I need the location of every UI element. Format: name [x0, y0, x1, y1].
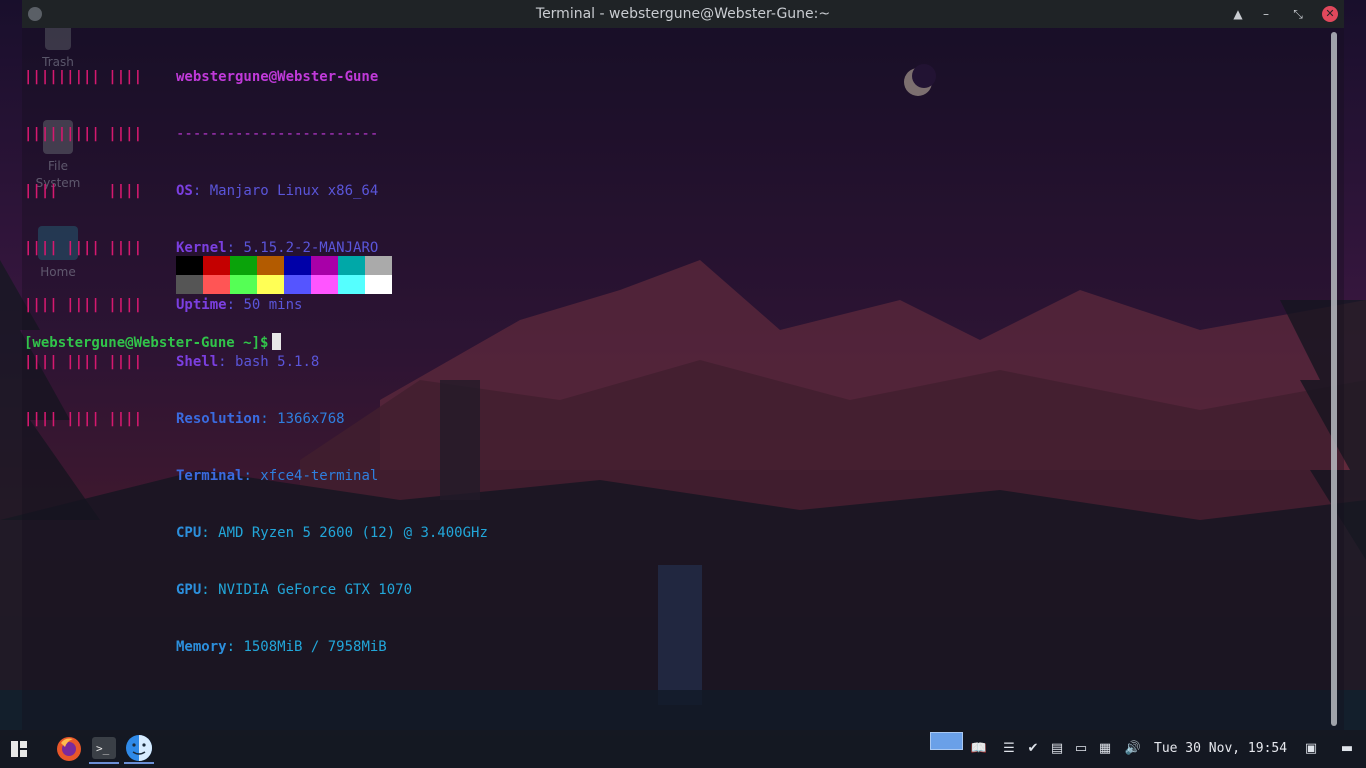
- logo-line: |||| |||| ||||: [24, 297, 143, 313]
- logo-line: ||||||||| ||||: [24, 126, 143, 142]
- info-value: AMD Ryzen 5 2600 (12) @ 3.400GHz: [218, 525, 488, 541]
- info-value: 1366x768: [277, 411, 345, 427]
- info-value: 50 mins: [243, 297, 303, 313]
- neofetch-logo: ||||||||| |||| ||||||||| |||| |||| |||| …: [24, 30, 142, 467]
- logo-line: |||| |||| ||||: [24, 411, 143, 427]
- finder-launcher[interactable]: [124, 734, 154, 764]
- palette-swatch: [257, 256, 284, 275]
- info-value: 5.15.2-2-MANJARO: [243, 240, 379, 256]
- info-value: xfce4-terminal: [260, 468, 379, 484]
- palette-swatch: [284, 275, 311, 294]
- prompt-text: [webstergune@Webster-Gune ~]$: [24, 335, 269, 351]
- info-value: 1508MiB / 7958MiB: [243, 639, 387, 655]
- logo-line: |||| ||||: [24, 183, 143, 199]
- info-key: Kernel: [176, 240, 227, 256]
- info-key: GPU: [176, 582, 202, 598]
- info-key: Resolution: [176, 411, 261, 427]
- palette-swatch: [176, 256, 203, 275]
- info-key: Terminal: [176, 468, 244, 484]
- info-key: OS: [176, 183, 193, 199]
- terminal-icon: >_: [92, 737, 116, 759]
- firefox-icon: [57, 737, 81, 761]
- clock[interactable]: Tue 30 Nov, 19:54: [1154, 741, 1287, 756]
- window-titlebar[interactable]: Terminal - webstergune@Webster-Gune:~ ▲ …: [22, 0, 1344, 28]
- info-key: Memory: [176, 639, 227, 655]
- shade-button[interactable]: ▲: [1228, 4, 1248, 24]
- volume-icon[interactable]: 🔊: [1124, 740, 1142, 758]
- palette-swatch: [230, 275, 257, 294]
- window-title: Terminal - webstergune@Webster-Gune:~: [535, 6, 831, 22]
- palette-swatch: [365, 275, 392, 294]
- firefox-launcher[interactable]: [54, 734, 84, 764]
- inbox-icon[interactable]: ▦: [1096, 740, 1114, 758]
- app-menu-button[interactable]: [4, 734, 34, 764]
- palette-swatch: [203, 256, 230, 275]
- palette-row-normal: [176, 256, 392, 275]
- terminal-window[interactable]: Terminal - webstergune@Webster-Gune:~ ▲ …: [22, 0, 1344, 730]
- maximize-button[interactable]: ⤡: [1288, 4, 1308, 24]
- info-key: CPU: [176, 525, 202, 541]
- palette-swatch: [311, 275, 338, 294]
- info-key: Uptime: [176, 297, 227, 313]
- info-value: bash 5.1.8: [235, 354, 320, 370]
- neofetch-header: webstergune@Webster-Gune: [176, 69, 379, 85]
- info-value: NVIDIA GeForce GTX 1070: [218, 582, 413, 598]
- neofetch-info: webstergune@Webster-Gune ---------------…: [176, 69, 488, 655]
- clipboard-icon[interactable]: ▤: [1048, 740, 1066, 758]
- workspace-switcher[interactable]: [930, 732, 963, 750]
- logo-line: ||||||||| ||||: [24, 69, 143, 85]
- color-palette: [176, 256, 392, 294]
- check-icon[interactable]: ✔: [1024, 740, 1042, 758]
- svg-text:>_: >_: [96, 742, 110, 755]
- minimize-button[interactable]: –: [1256, 4, 1276, 24]
- neofetch-separator: ------------------------: [176, 126, 379, 142]
- logo-line: |||| |||| ||||: [24, 240, 143, 256]
- palette-swatch: [203, 275, 230, 294]
- info-value: Manjaro Linux x86_64: [209, 183, 379, 199]
- logo-line: |||| |||| ||||: [24, 354, 143, 370]
- palette-swatch: [176, 275, 203, 294]
- shell-prompt[interactable]: [webstergune@Webster-Gune ~]$: [24, 333, 282, 353]
- palette-swatch: [338, 256, 365, 275]
- text-cursor: [272, 333, 282, 350]
- vertical-scrollbar[interactable]: [1331, 32, 1337, 726]
- notes-icon[interactable]: ☰: [1000, 740, 1018, 758]
- close-button[interactable]: ✕: [1322, 6, 1338, 22]
- palette-row-bright: [176, 275, 392, 294]
- show-desktop-icon[interactable]: ▣: [1302, 740, 1320, 758]
- book-icon[interactable]: 📖: [970, 740, 988, 758]
- finder-icon: [126, 735, 152, 761]
- taskbar: >_ 📖 ☰ ✔ ▤ ▭ ▦ 🔊 Tue 30 Nov, 19:54 ▣ ▬: [0, 730, 1366, 768]
- display-icon[interactable]: ▭: [1072, 740, 1090, 758]
- menu-icon: [11, 741, 27, 757]
- notification-icon[interactable]: ▬: [1338, 740, 1356, 758]
- palette-swatch: [230, 256, 257, 275]
- info-key: Shell: [176, 354, 219, 370]
- palette-swatch: [338, 275, 365, 294]
- terminal-launcher[interactable]: >_: [89, 734, 119, 764]
- palette-swatch: [311, 256, 338, 275]
- palette-swatch: [365, 256, 392, 275]
- palette-swatch: [284, 256, 311, 275]
- palette-swatch: [257, 275, 284, 294]
